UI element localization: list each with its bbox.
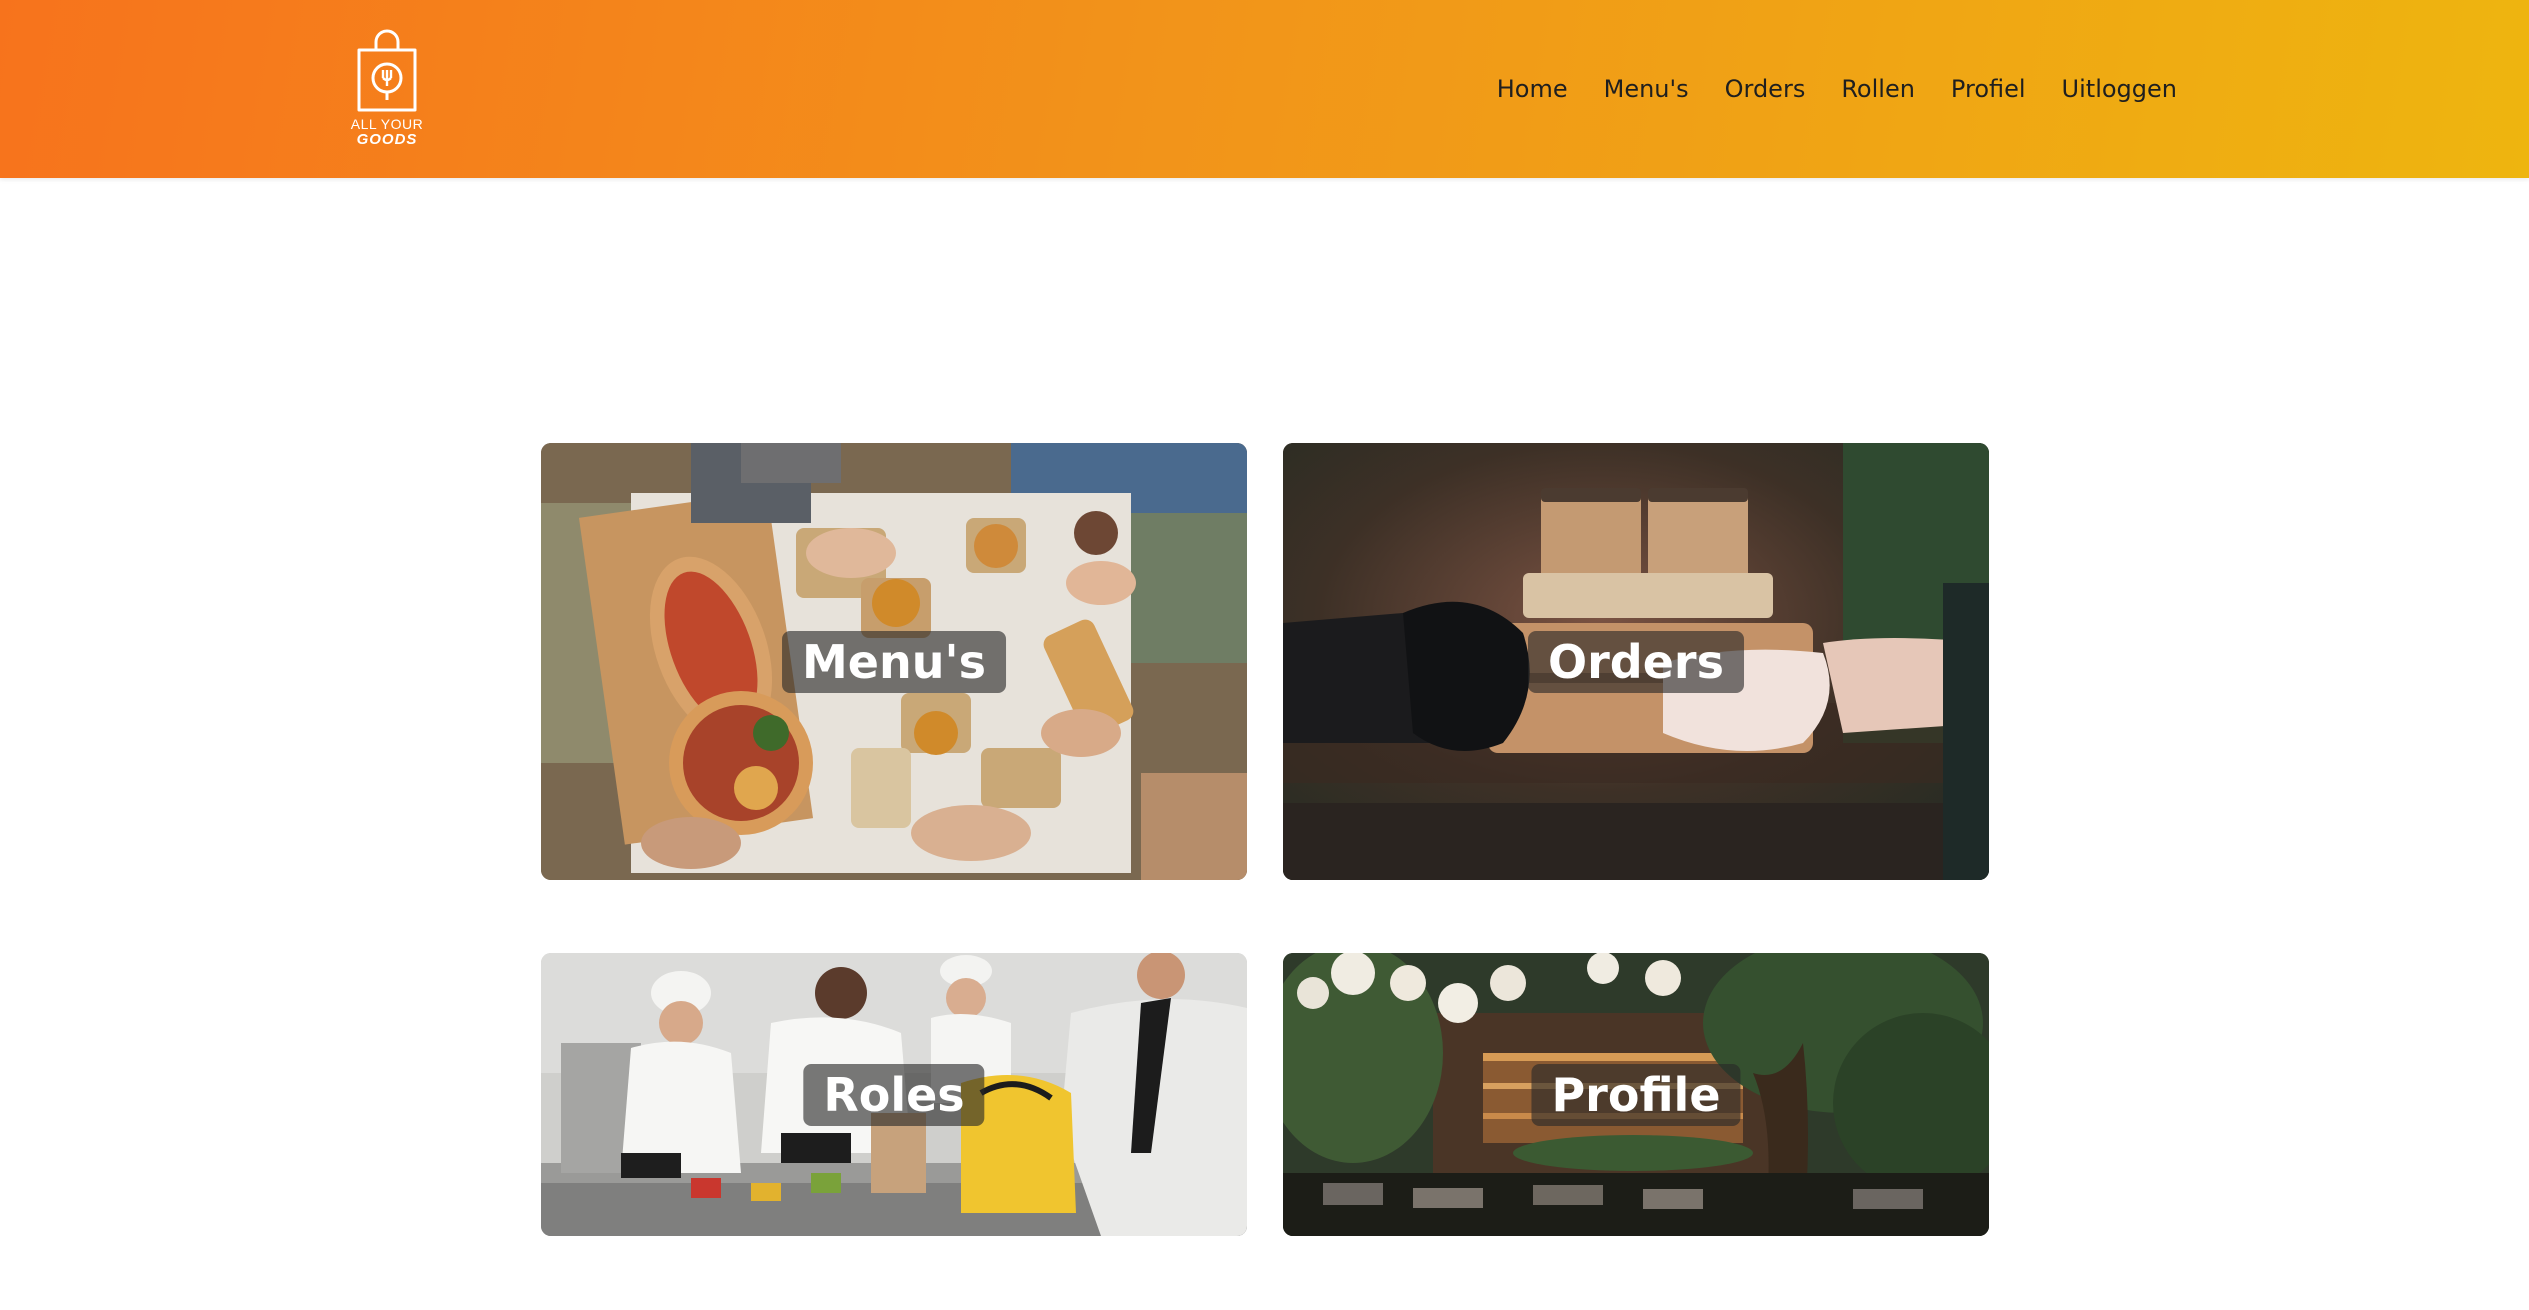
profile-card[interactable]: Profile xyxy=(1283,953,1989,1236)
shopping-bag-fork-icon xyxy=(357,29,417,112)
roles-card-label: Roles xyxy=(803,1063,985,1126)
nav-link-logout[interactable]: Uitloggen xyxy=(2062,75,2177,103)
orders-card[interactable]: Orders xyxy=(1283,443,1989,880)
menus-card-label: Menu's xyxy=(782,630,1006,693)
nav-link-home[interactable]: Home xyxy=(1497,75,1568,103)
profile-card-label: Profile xyxy=(1531,1063,1741,1126)
top-navbar: ALL YOUR GOODS Home Menu's Orders Rollen… xyxy=(0,0,2529,178)
nav-link-menus[interactable]: Menu's xyxy=(1604,75,1689,103)
nav-link-roles[interactable]: Rollen xyxy=(1841,75,1915,103)
main-nav: Home Menu's Orders Rollen Profiel Uitlog… xyxy=(1497,0,2177,178)
brand-logo[interactable]: ALL YOUR GOODS xyxy=(350,28,424,152)
roles-card[interactable]: Roles xyxy=(541,953,1247,1236)
nav-link-profile[interactable]: Profiel xyxy=(1951,75,2026,103)
logo-text-line1: ALL YOUR xyxy=(350,116,424,132)
menus-card[interactable]: Menu's xyxy=(541,443,1247,880)
nav-link-orders[interactable]: Orders xyxy=(1725,75,1806,103)
orders-card-label: Orders xyxy=(1528,630,1744,693)
logo-text-line2: GOODS xyxy=(356,131,418,148)
